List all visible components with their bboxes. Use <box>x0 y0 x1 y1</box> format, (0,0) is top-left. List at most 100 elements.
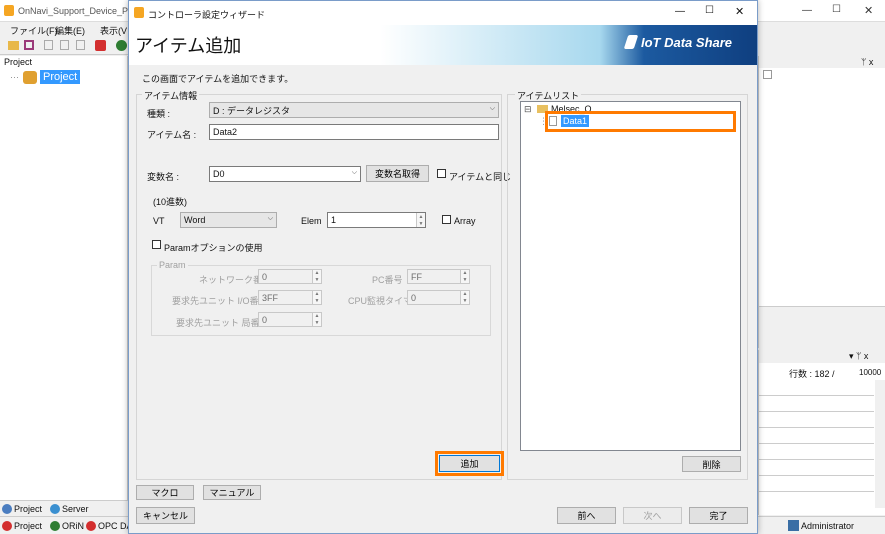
status-orin: ORiN <box>62 521 84 531</box>
spinner-arrows-icon[interactable]: ▲ ▼ <box>460 291 469 304</box>
status-error-icon-2 <box>86 521 96 531</box>
dialog-heading: アイテム追加 <box>135 36 242 56</box>
right-lower-pin[interactable]: ▾ ᛘ x <box>849 351 868 362</box>
project-tree-root[interactable]: Project <box>40 70 81 84</box>
elem-spinner[interactable]: 1 ▲ ▼ <box>327 212 426 228</box>
network-spinner[interactable]: 0 ▲ ▼ <box>258 269 322 284</box>
paste-icon[interactable] <box>60 40 69 50</box>
right-lower-scrollbar[interactable] <box>875 380 885 508</box>
cancel-button[interactable]: キャンセル <box>136 507 195 524</box>
kind-label: 種類 : <box>147 109 171 119</box>
item-name-input[interactable]: Data2 <box>209 124 499 140</box>
right-panel-divider <box>759 306 885 348</box>
bg-window-title: OnNavi_Support_Device_PLC <box>18 6 140 16</box>
chevron-down-icon: ⌵ <box>489 105 495 112</box>
dialog-description: この画面でアイテムを追加できます。 <box>142 74 294 84</box>
spinner-arrows-icon[interactable]: ▲ ▼ <box>312 270 321 283</box>
right-panel-toolbar-icon[interactable] <box>763 70 772 79</box>
bottom-tab-project[interactable]: Project <box>14 504 42 514</box>
elem-label: Elem <box>301 216 322 226</box>
menu-file[interactable]: ファイル(F) <box>10 24 58 37</box>
spinner-arrows-icon[interactable]: ▲ ▼ <box>312 313 321 326</box>
bg-minimize-button[interactable]: — <box>802 5 812 16</box>
prev-button[interactable]: 前へ <box>557 507 616 524</box>
spinner-arrows-icon[interactable]: ▲ ▼ <box>312 291 321 304</box>
var-name-combo[interactable]: D0 ⌵ <box>209 166 361 182</box>
server-tab-icon <box>50 504 60 514</box>
open-folder-icon[interactable] <box>8 41 19 50</box>
vt-select[interactable]: Word ⌵ <box>180 212 277 228</box>
same-as-item-label: アイテムと同じ <box>449 172 512 182</box>
wizard-dialog: コントローラ設定ウィザード — ☐ ✕ アイテム追加 IoT Data Shar… <box>128 0 758 534</box>
project-tab-icon <box>2 504 12 514</box>
project-tree-icon <box>23 71 37 84</box>
macro-button[interactable]: マクロ <box>136 485 194 500</box>
app-icon <box>4 5 14 16</box>
add-button[interactable]: 追加 <box>439 455 500 472</box>
bg-close-button[interactable]: ✕ <box>864 4 873 17</box>
pc-number-spinner[interactable]: FF ▲ ▼ <box>407 269 470 284</box>
spinner-arrows-icon[interactable]: ▲ ▼ <box>460 270 469 283</box>
io-number-spinner[interactable]: 3FF ▲ ▼ <box>258 290 322 305</box>
kind-select[interactable]: D : データレジスタ ⌵ <box>209 102 499 118</box>
item-tree[interactable]: ⊟ Melsec_Q ⋮ <box>520 101 741 451</box>
save-icon[interactable] <box>24 40 34 50</box>
cpu-timer-value: 0 <box>411 292 417 303</box>
elem-value: 1 <box>331 215 337 225</box>
network-value: 0 <box>262 271 268 282</box>
bottom-tab-server[interactable]: Server <box>62 504 89 514</box>
bg-menu-bar: ファイル(F) 編集(E) 表示(V <box>0 22 128 36</box>
project-panel-title: Project <box>4 57 33 67</box>
cpu-timer-spinner[interactable]: 0 ▲ ▼ <box>407 290 470 305</box>
status-project: Project <box>14 521 43 531</box>
param-option-checkbox[interactable] <box>152 240 161 249</box>
vt-label: VT <box>153 216 165 226</box>
array-label: Array <box>454 216 476 226</box>
manual-button[interactable]: マニュアル <box>203 485 261 500</box>
right-panel-pin[interactable]: ᛘ x <box>861 57 873 67</box>
right-panel-upper: ᛘ x <box>758 56 885 348</box>
next-button[interactable]: 次へ <box>623 507 682 524</box>
chevron-down-icon: ⌵ <box>351 169 357 176</box>
io-number-value: 3FF <box>262 292 279 303</box>
document-icon <box>549 116 557 126</box>
dialog-maximize-button[interactable]: ☐ <box>705 5 714 16</box>
right-panel-lower: ▾ ᛘ x 行数 : 182 / 10000 <box>758 350 885 515</box>
item-name-label: アイテム名 : <box>147 130 197 140</box>
run-icon[interactable] <box>116 40 127 51</box>
dialog-minimize-button[interactable]: — <box>675 6 685 17</box>
tree-collapse-icon[interactable]: ⊟ <box>524 104 532 115</box>
status-error-icon-1 <box>2 521 12 531</box>
pc-number-value: FF <box>411 271 422 282</box>
rows-count-max: 10000 <box>859 368 882 377</box>
delete-button[interactable]: 削除 <box>682 456 741 472</box>
var-name-value: D0 <box>213 169 225 179</box>
dialog-title-bar: コントローラ設定ウィザード — ☐ ✕ <box>129 1 757 25</box>
same-as-item-checkbox[interactable] <box>437 169 446 178</box>
bg-toolbar <box>0 37 128 55</box>
finish-button[interactable]: 完了 <box>689 507 748 524</box>
array-checkbox[interactable] <box>442 215 451 224</box>
bottom-tab-strip: Project Server <box>0 500 128 516</box>
add-red-icon[interactable] <box>95 40 106 51</box>
tree-child-node[interactable]: Data1 <box>561 115 590 127</box>
spinner-arrows-icon[interactable]: ▲ ▼ <box>416 213 425 227</box>
get-var-name-button[interactable]: 変数名取得 <box>366 165 429 182</box>
menu-edit[interactable]: 編集(E) <box>55 24 85 37</box>
pc-number-label: PC番号 <box>372 275 403 285</box>
copy-icon[interactable] <box>44 40 53 50</box>
tree-expander-dots: ··· <box>10 72 19 82</box>
dialog-close-button[interactable]: ✕ <box>735 5 744 18</box>
status-ok-icon <box>50 521 60 531</box>
station-value: 0 <box>262 314 268 325</box>
delete-icon[interactable] <box>76 40 85 50</box>
vt-select-value: Word <box>184 215 206 225</box>
param-option-label: Paramオプションの使用 <box>164 243 263 253</box>
brand-name: IoT Data Share <box>641 35 733 50</box>
item-info-group-label: アイテム情報 <box>142 89 200 102</box>
project-panel: Project ··· Project <box>0 56 128 500</box>
right-lower-grid <box>759 380 874 505</box>
station-spinner[interactable]: 0 ▲ ▼ <box>258 312 322 327</box>
menu-view[interactable]: 表示(V <box>100 24 127 37</box>
bg-maximize-button[interactable]: ☐ <box>832 4 841 15</box>
